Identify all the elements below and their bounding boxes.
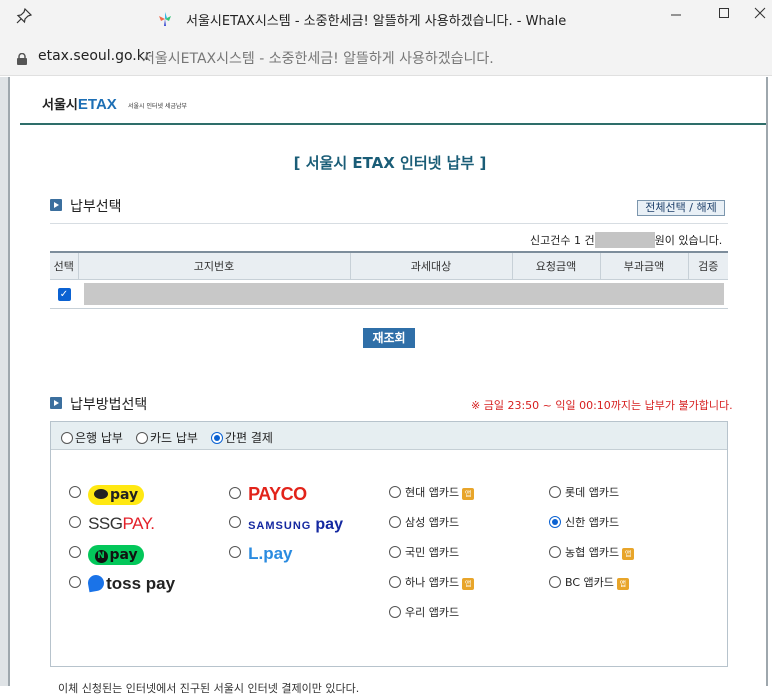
card-radio[interactable] — [136, 432, 148, 444]
lotte-appcard-option[interactable]: 롯데 앱카드 — [549, 484, 619, 500]
woori-appcard-option[interactable]: 우리 앱카드 — [389, 604, 459, 620]
window-titlebar: 서울시ETAX시스템 - 소중한세금! 알뜰하게 사용하겠습니다. - Whal… — [0, 0, 772, 38]
payment-select-title: 납부선택 — [70, 199, 122, 215]
divider — [50, 223, 728, 224]
etax-logo[interactable]: 서울시ETAX — [42, 94, 117, 113]
col-tax-target: 과세대상 — [349, 251, 512, 280]
section-arrow-icon — [50, 199, 62, 211]
hyundai-appcard-radio[interactable] — [389, 486, 401, 498]
ssgpay-option[interactable]: SSGPAY. — [69, 514, 155, 534]
bc-appcard-radio[interactable] — [549, 576, 561, 588]
maintenance-notice: ※ 금일 23:50 ~ 익일 00:10까지는 납부가 불가합니다. — [471, 399, 733, 412]
logo-subtitle: 서울시 인터넷 세금납부 — [128, 103, 188, 110]
app-icon: 앱 — [622, 548, 635, 560]
etax-payment-popup: 서울시ETAX 서울시 인터넷 세금납부 [ 서울시 ETAX 인터넷 납부 ]… — [8, 77, 768, 695]
address-domain[interactable]: etax.seoul.go.kr — [38, 48, 151, 64]
samsungpay-radio[interactable] — [229, 516, 241, 528]
payco-radio[interactable] — [229, 487, 241, 499]
method-tabs: 은행 납부 카드 납부 간편 결제 — [51, 422, 727, 450]
samsung-appcard-radio[interactable] — [389, 516, 401, 528]
address-page-title: 서울시ETAX시스템 - 소중한세금! 알뜰하게 사용하겠습니다. — [142, 51, 494, 67]
tab-bank-payment[interactable]: 은행 납부 — [61, 429, 123, 446]
logo-header: 서울시ETAX 서울시 인터넷 세금납부 — [20, 77, 766, 125]
col-select: 선택 — [50, 251, 78, 280]
bc-appcard-option[interactable]: BC 앱카드 앱 — [549, 574, 629, 590]
payment-table: 선택 고지번호 과세대상 요청금액 부과금액 검증 ✓ — [50, 251, 728, 309]
hana-appcard-radio[interactable] — [389, 576, 401, 588]
payment-method-title: 납부방법선택 — [70, 397, 148, 413]
col-notice-number: 고지번호 — [77, 251, 350, 280]
minimize-icon[interactable] — [664, 4, 688, 23]
lotte-appcard-radio[interactable] — [549, 486, 561, 498]
ssgpay-radio[interactable] — [69, 516, 81, 528]
col-verify: 검증 — [687, 251, 728, 280]
maximize-icon[interactable] — [712, 4, 736, 23]
tosspay-logo[interactable]: toss pay — [86, 573, 175, 593]
footer-note: 이체 신청된는 인터넷에서 진구된 서울시 인터넷 결제이만 있다다. — [58, 682, 360, 695]
samsungpay-option[interactable]: SAMSUNG pay — [229, 514, 343, 534]
section-arrow-icon — [50, 397, 62, 409]
kakaopay-radio[interactable] — [69, 486, 81, 498]
app-icon: 앱 — [462, 488, 475, 500]
col-requested-amount: 요청금액 — [511, 251, 600, 280]
select-all-button[interactable]: 전체선택 / 해제 — [637, 200, 725, 216]
app-icon: 앱 — [616, 578, 629, 590]
payco-logo[interactable]: PAYCO — [248, 484, 307, 504]
naverpay-option[interactable]: Npay — [69, 544, 145, 565]
report-count: 신고건수 1 건 원이 있습니다. — [530, 232, 723, 248]
pin-icon[interactable] — [16, 7, 33, 28]
close-icon[interactable] — [748, 4, 772, 23]
samsung-appcard-option[interactable]: 삼성 앱카드 — [389, 514, 459, 530]
tab-easy-payment[interactable]: 간편 결제 — [211, 429, 273, 446]
kookmin-appcard-option[interactable]: 국민 앱카드 — [389, 544, 459, 560]
easy-pay-radio[interactable] — [211, 432, 223, 444]
ssgpay-logo[interactable]: SSGPAY. — [88, 514, 155, 533]
shinhan-appcard-option[interactable]: 신한 앱카드 — [549, 514, 619, 530]
lpay-radio[interactable] — [229, 546, 241, 558]
payco-option[interactable]: PAYCO — [229, 484, 307, 505]
naverpay-logo[interactable]: Npay — [88, 545, 145, 565]
lpay-option[interactable]: L.pay — [229, 544, 293, 564]
kakaopay-option[interactable]: pay — [69, 484, 145, 505]
background-page-edge — [0, 77, 8, 686]
reload-button[interactable]: 재조회 — [363, 328, 415, 348]
hyundai-appcard-option[interactable]: 현대 앱카드 앱 — [389, 484, 475, 500]
kookmin-appcard-radio[interactable] — [389, 546, 401, 558]
shinhan-appcard-radio[interactable] — [549, 516, 561, 528]
page-title: [ 서울시 ETAX 인터넷 납부 ] — [293, 154, 487, 172]
row-checkbox[interactable]: ✓ — [57, 287, 71, 301]
redacted-row-data — [84, 282, 724, 305]
lock-icon[interactable] — [17, 50, 27, 65]
row-checkbox-cell[interactable]: ✓ — [50, 279, 78, 309]
lpay-logo[interactable]: L.pay — [248, 544, 292, 563]
address-bar[interactable]: etax.seoul.go.kr 서울시ETAX시스템 - 소중한세금! 알뜰하… — [0, 38, 772, 76]
payment-method-box: 은행 납부 카드 납부 간편 결제 pay SSGPAY. Npay toss … — [50, 421, 728, 667]
tab-card-payment[interactable]: 카드 납부 — [136, 429, 198, 446]
app-icon: 앱 — [462, 578, 475, 590]
woori-appcard-radio[interactable] — [389, 606, 401, 618]
redacted-row-content — [78, 279, 728, 309]
tosspay-radio[interactable] — [69, 576, 81, 588]
table-header-row: 선택 고지번호 과세대상 요청금액 부과금액 검증 — [50, 251, 728, 280]
whale-browser-icon — [156, 10, 174, 28]
naverpay-radio[interactable] — [69, 546, 81, 558]
toss-icon — [86, 573, 106, 593]
redacted-amount — [594, 232, 655, 248]
window-title: 서울시ETAX시스템 - 소중한세금! 알뜰하게 사용하겠습니다. - Whal… — [186, 14, 567, 29]
table-row[interactable]: ✓ — [50, 279, 728, 309]
hana-appcard-option[interactable]: 하나 앱카드 앱 — [389, 574, 475, 590]
bank-radio[interactable] — [61, 432, 73, 444]
tosspay-option[interactable]: toss pay — [69, 573, 175, 594]
col-assessed-amount: 부과금액 — [599, 251, 688, 280]
kakaopay-logo[interactable]: pay — [88, 485, 145, 505]
samsungpay-logo[interactable]: SAMSUNG pay — [248, 516, 343, 533]
nonghyup-appcard-radio[interactable] — [549, 546, 561, 558]
nonghyup-appcard-option[interactable]: 농협 앱카드 앱 — [549, 544, 635, 560]
